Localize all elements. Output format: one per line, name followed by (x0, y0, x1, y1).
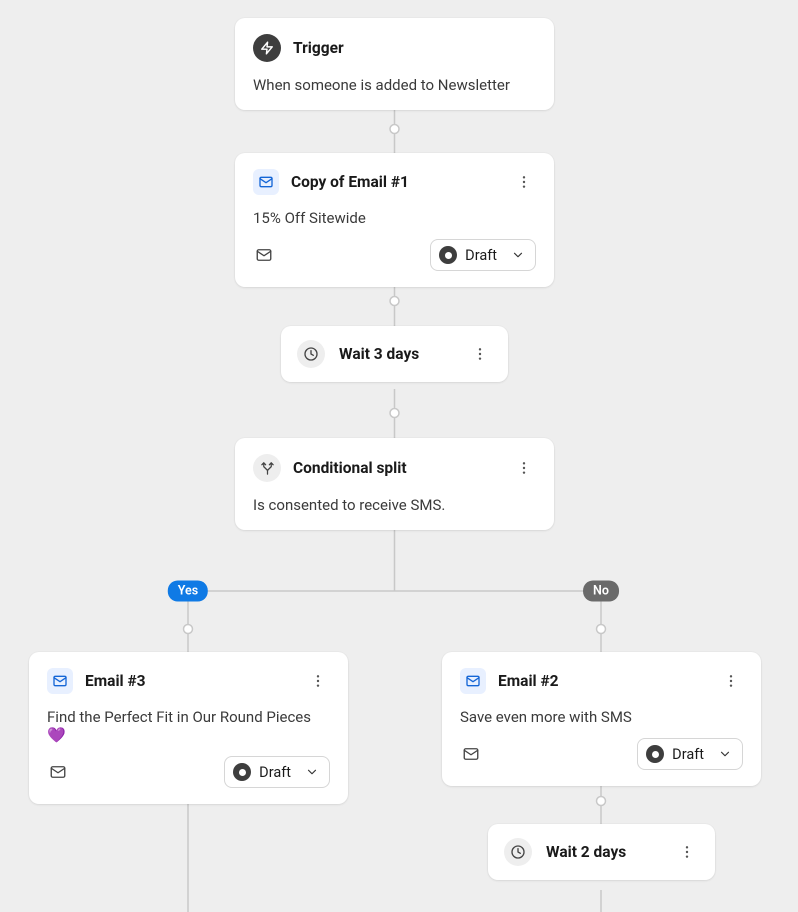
wait1-card[interactable]: Wait 3 days (281, 326, 508, 382)
split-more-button[interactable] (512, 456, 536, 480)
email3-card[interactable]: Email #3 Find the Perfect Fit in Our Rou… (29, 652, 348, 804)
chevron-down-icon (718, 747, 732, 761)
branch-no-tag: No (583, 581, 619, 602)
flow-canvas: Trigger When someone is added to Newslet… (0, 0, 798, 912)
wait1-title: Wait 3 days (339, 345, 454, 363)
email2-status-select[interactable]: Draft (637, 738, 743, 770)
email1-more-button[interactable] (512, 170, 536, 194)
email3-status-select[interactable]: Draft (224, 756, 330, 788)
mail-icon (253, 169, 279, 195)
branch-yes-tag: Yes (168, 581, 208, 602)
email3-title: Email #3 (85, 672, 294, 690)
email3-status-label: Draft (259, 764, 291, 781)
wait2-card[interactable]: Wait 2 days (488, 824, 715, 880)
email1-status-label: Draft (465, 247, 497, 264)
bolt-icon (253, 34, 281, 62)
mail-outline-icon (460, 743, 482, 765)
wait2-title: Wait 2 days (546, 843, 661, 861)
split-card[interactable]: Conditional split Is consented to receiv… (235, 438, 554, 530)
clock-icon (297, 340, 325, 368)
draft-status-icon (233, 763, 251, 781)
email2-title: Email #2 (498, 672, 707, 690)
chevron-down-icon (511, 248, 525, 262)
wait1-more-button[interactable] (468, 342, 492, 366)
wait2-more-button[interactable] (675, 840, 699, 864)
mail-icon (47, 668, 73, 694)
clock-icon (504, 838, 532, 866)
email1-card[interactable]: Copy of Email #1 15% Off Sitewide Draft (235, 153, 554, 287)
email1-desc: 15% Off Sitewide (253, 209, 536, 227)
chevron-down-icon (305, 765, 319, 779)
email1-status-select[interactable]: Draft (430, 239, 536, 271)
split-title: Conditional split (293, 459, 500, 477)
mail-outline-icon (47, 761, 69, 783)
mail-icon (460, 668, 486, 694)
draft-status-icon (646, 745, 664, 763)
email3-more-button[interactable] (306, 669, 330, 693)
split-desc: Is consented to receive SMS. (253, 496, 536, 514)
trigger-card[interactable]: Trigger When someone is added to Newslet… (235, 18, 554, 110)
draft-status-icon (439, 246, 457, 264)
email2-card[interactable]: Email #2 Save even more with SMS Draft (442, 652, 761, 786)
trigger-desc: When someone is added to Newsletter (253, 76, 536, 94)
mail-outline-icon (253, 244, 275, 266)
email2-desc: Save even more with SMS (460, 708, 743, 726)
trigger-title: Trigger (293, 39, 344, 57)
email2-more-button[interactable] (719, 669, 743, 693)
email3-desc: Find the Perfect Fit in Our Round Pieces… (47, 708, 330, 744)
email1-title: Copy of Email #1 (291, 173, 500, 191)
email2-status-label: Draft (672, 746, 704, 763)
split-icon (253, 454, 281, 482)
